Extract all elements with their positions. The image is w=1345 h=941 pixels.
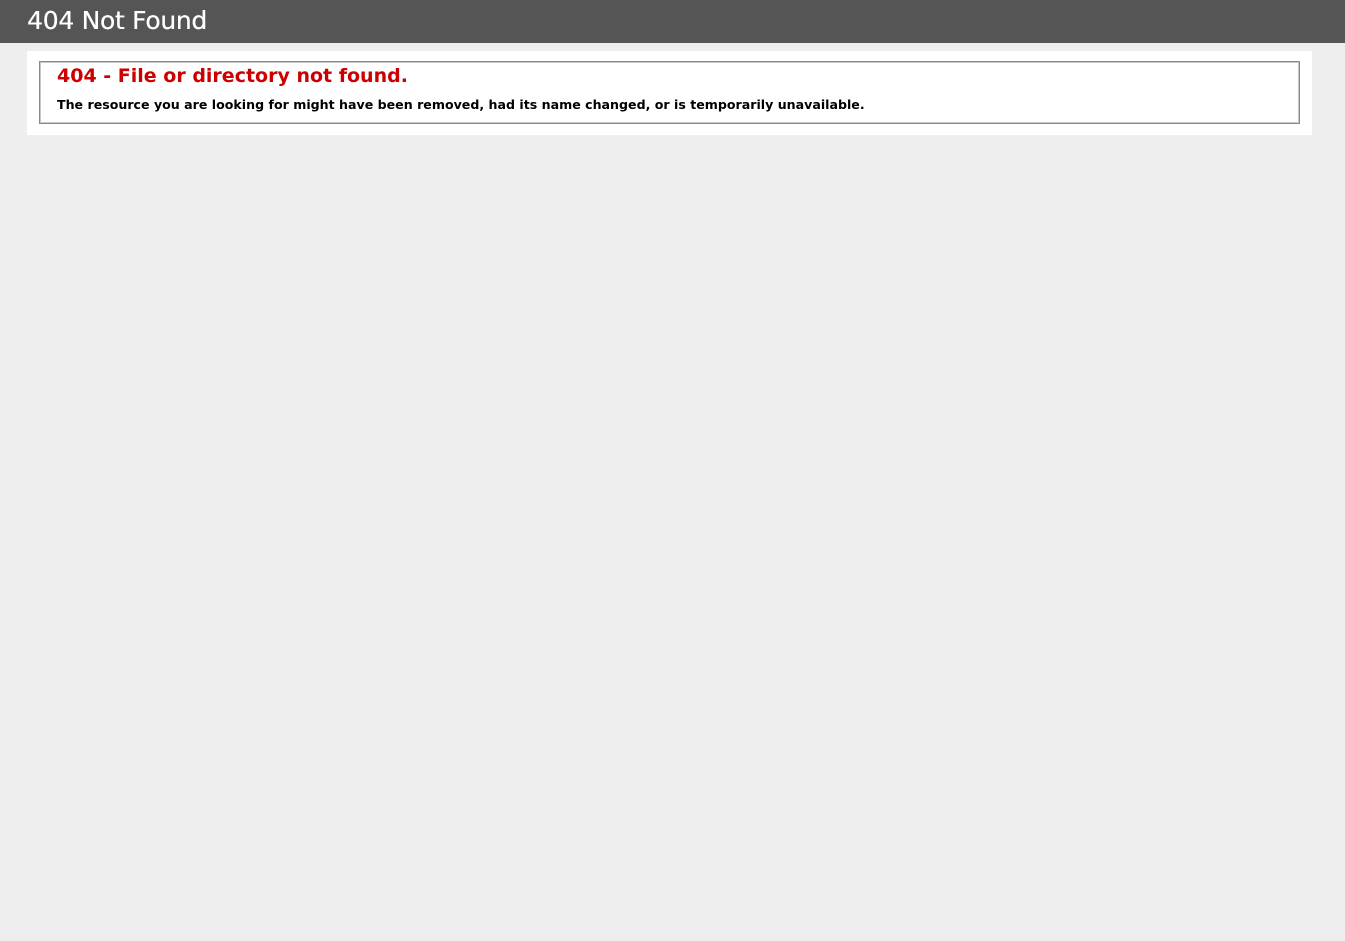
page-title: 404 Not Found bbox=[27, 6, 207, 35]
page-header: 404 Not Found bbox=[0, 0, 1345, 43]
error-heading: 404 - File or directory not found. bbox=[57, 65, 408, 87]
error-message: The resource you are looking for might h… bbox=[57, 97, 865, 112]
error-box: 404 - File or directory not found. The r… bbox=[39, 61, 1300, 124]
content-panel: 404 - File or directory not found. The r… bbox=[27, 51, 1312, 135]
